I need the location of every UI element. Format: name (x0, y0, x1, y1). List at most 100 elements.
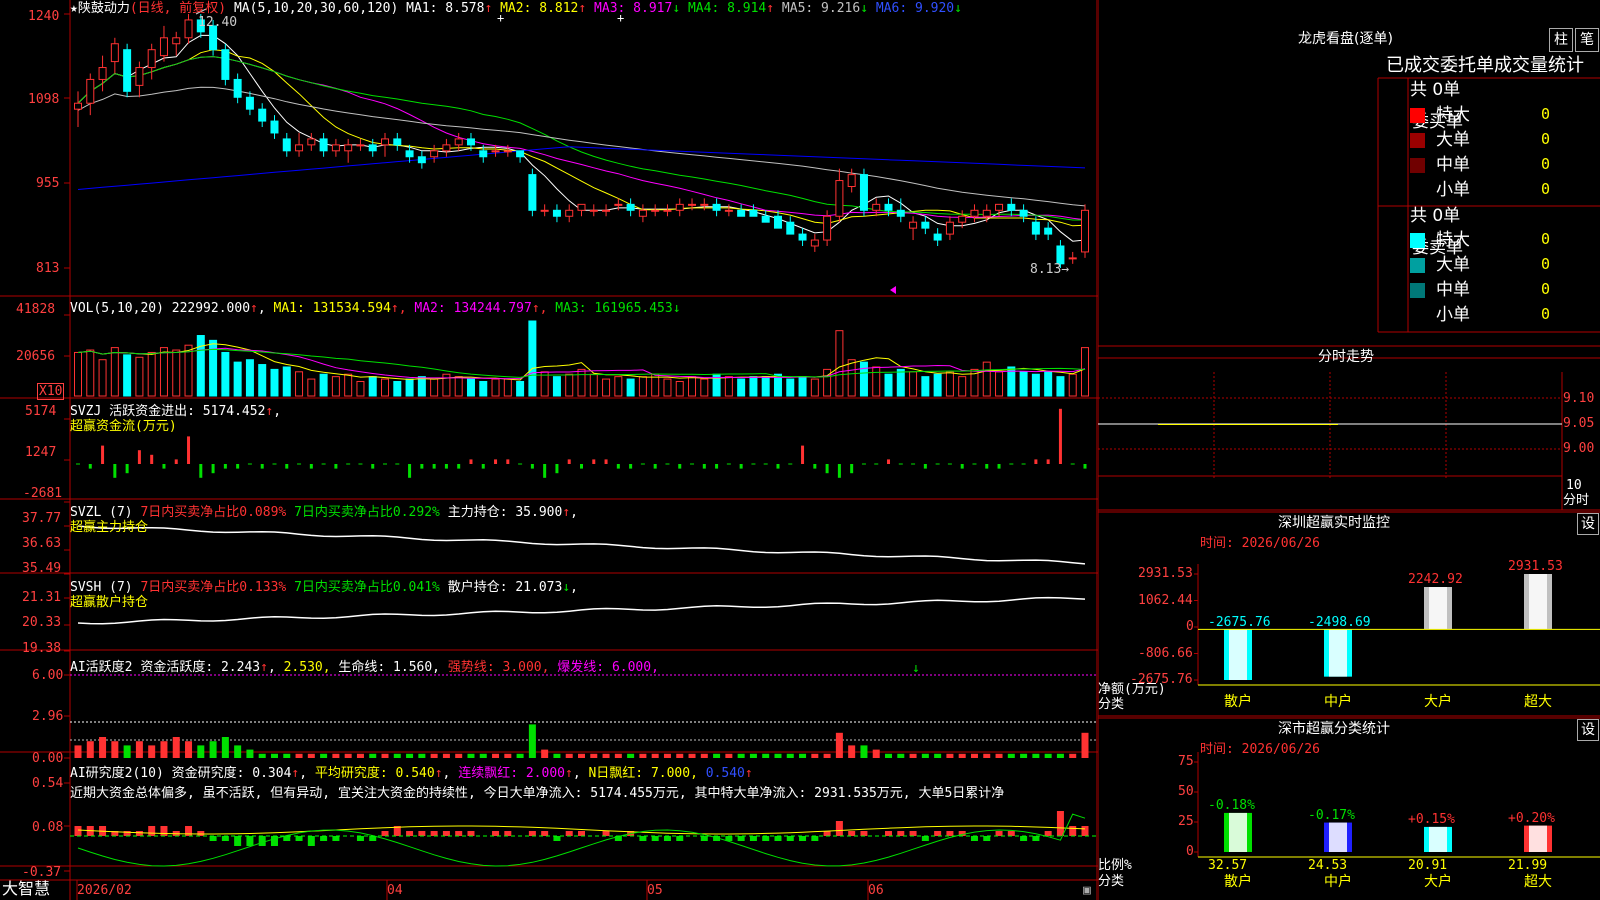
candle-body (1081, 209, 1089, 253)
volume-bar (1056, 376, 1065, 397)
candle-body (295, 144, 304, 152)
activity-bar (639, 753, 647, 758)
sz-monitor-value-label: 2242.92 (1408, 572, 1463, 588)
svzj-ytick: 1247 (25, 445, 57, 460)
candle-body (319, 138, 328, 152)
activity-bar (651, 753, 659, 758)
sz-stats-bar-shine (1329, 822, 1347, 852)
fund-flow-bar (88, 464, 92, 469)
fund-flow-bar (125, 464, 129, 474)
svzl-a: 7日内买卖净占比0.089% (140, 505, 287, 520)
bar-mode-button[interactable]: 柱 (1549, 28, 1573, 52)
fund-flow-bar (1046, 459, 1050, 464)
tab-filled[interactable]: 已成交 (1386, 55, 1440, 76)
sz-stats-value-label: 24.53 (1308, 858, 1348, 873)
candle-body (945, 221, 954, 235)
svzj-title: SVZJ (70, 404, 102, 419)
vol-ma1: MA1: 131534.594 (273, 301, 391, 316)
research-bar (418, 831, 426, 836)
research-bar (970, 836, 978, 841)
activity-bar (700, 753, 708, 758)
candle-body (86, 78, 95, 104)
activity-bar (1032, 753, 1040, 758)
fund-flow-bar (567, 459, 571, 464)
candle-body (1019, 209, 1028, 217)
svzj-sub: 超赢资金流(万元) (70, 419, 177, 434)
vol-unit: X10 (37, 383, 65, 400)
sz-monitor-bar (1524, 574, 1552, 630)
sz-monitor-ytick: -806.66 (1138, 645, 1193, 661)
volume-bar (233, 361, 242, 397)
right-panel: 龙虎看盘(逐单) 柱 笔 已成交委托单成交量统计 委买单 共 0单 特大 0 大单 0… (1098, 0, 1600, 900)
volume-bar (835, 330, 844, 397)
research-bar (860, 831, 868, 836)
sz-stats-ylabel: 比例% (1098, 858, 1132, 873)
fund-flow-bar (162, 464, 166, 469)
sz-stats-ytick: 25 (1178, 814, 1194, 829)
fund-flow-bar (285, 464, 289, 469)
volume-bar (516, 380, 525, 397)
sz-monitor-bar-shine (1229, 629, 1247, 680)
research-bar (307, 836, 315, 846)
activity-bar (504, 753, 512, 758)
volume-bar (86, 349, 95, 397)
sz-stats-change-label: +0.20% (1508, 810, 1555, 826)
activity-bar (983, 753, 991, 758)
activity-bar (528, 724, 536, 758)
activity-bar (627, 753, 635, 758)
candle-body (761, 215, 770, 223)
activity-bar (74, 745, 82, 758)
volume-bar (589, 373, 598, 397)
ma-title: MA(5,10,20,30,60,120) (233, 1, 399, 16)
research-bar (909, 831, 917, 836)
sz-stats-category: 超大 (1524, 874, 1552, 890)
svzl-ytick: 37.77 (22, 511, 62, 526)
sell-row-swatch (1410, 308, 1425, 323)
sz-stats-ytick: 75 (1178, 754, 1194, 769)
stock-name[interactable]: ★陕鼓动力 (70, 1, 130, 16)
ma5-value: MA5: 9.216 (781, 1, 861, 16)
candle-body (123, 49, 132, 92)
candle-body (933, 233, 942, 241)
sell-row-value: 0 (1541, 305, 1551, 323)
sz-stats-change-label: +0.15% (1408, 811, 1455, 827)
sz-monitor-category: 大户 (1424, 694, 1452, 710)
sz-monitor-time: 时间: 2026/06/26 (1200, 536, 1320, 551)
fund-flow-bar (199, 464, 203, 478)
sz-monitor-bar (1324, 629, 1352, 677)
activity-bar (614, 753, 622, 758)
sell-row-swatch (1410, 258, 1425, 273)
activity-bar (99, 737, 107, 758)
tab-orders[interactable]: 委托单 (1440, 55, 1494, 76)
research-bar (1081, 826, 1089, 836)
candle-body (847, 174, 856, 188)
volume-bar (368, 376, 377, 397)
dragon-title: 龙虎看盘(逐单) (1298, 31, 1393, 47)
svzl-ytick: 35.49 (22, 561, 62, 576)
candle-body (835, 180, 844, 217)
activity-bar (172, 737, 180, 758)
research-bar (455, 831, 463, 836)
vol-header: VOL(5,10,20) 222992.000↑, MA1: 131534.59… (70, 301, 681, 316)
lock-icon[interactable]: ▣ (1083, 883, 1091, 898)
ai2-d: N日飘红: 7.000, (588, 766, 698, 781)
sz-monitor-settings-button[interactable]: 设 (1577, 513, 1599, 535)
activity-bar (995, 753, 1003, 758)
vol-arrow: ↑ (250, 301, 258, 316)
ai2-a: 资金研究度: 0.304 (171, 766, 292, 781)
kline-chart-svg[interactable]: + +↓ (0, 0, 1098, 900)
fund-flow-bar (187, 436, 191, 464)
fund-flow-bar (801, 445, 805, 464)
candle-body (147, 49, 156, 69)
tick-mode-button[interactable]: 笔 (1575, 28, 1599, 52)
volume-bar (356, 380, 365, 397)
candle-body (417, 156, 426, 164)
activity-bar (934, 753, 942, 758)
volume-bar (74, 351, 82, 397)
kline-main-area: + + ↓ ★陕鼓动力(日线, 前复权) MA(5,10,20,30,60,120)… (0, 0, 1098, 900)
research-bar (1032, 836, 1040, 841)
research-bar (848, 831, 856, 836)
research-bar (639, 836, 647, 841)
sz-stats-settings-button[interactable]: 设 (1577, 719, 1599, 741)
tab-volume-stats[interactable]: 成交量统计 (1494, 55, 1584, 76)
